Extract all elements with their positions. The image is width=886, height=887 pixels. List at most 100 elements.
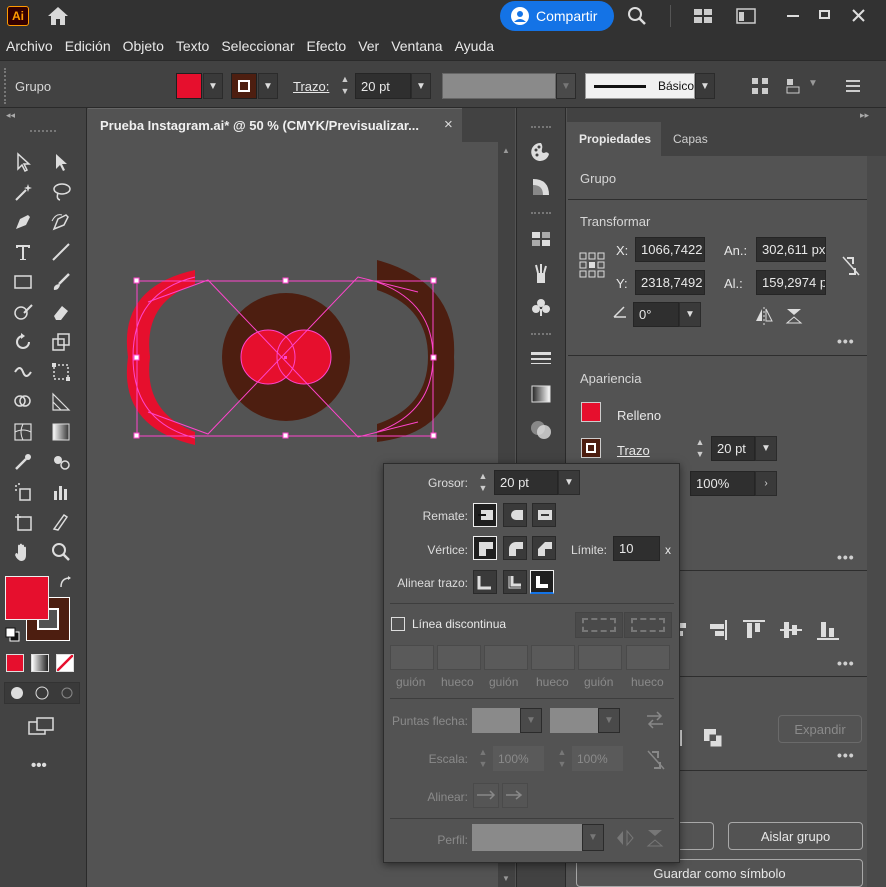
line-tool-icon[interactable] [48,239,74,265]
scale-stepper-2[interactable]: ▲ ▼ [553,746,571,771]
gap-field-3[interactable] [626,645,670,670]
artboard-tool-icon[interactable] [10,509,36,535]
color-mode-icon[interactable] [6,654,24,672]
flip-horizontal-icon[interactable] [754,307,774,328]
close-tab-icon[interactable]: × [444,116,453,133]
appearance-fill-swatch[interactable] [581,402,601,422]
edit-toolbar-icon[interactable]: ••• [31,757,47,774]
opacity-input[interactable]: 100% [690,471,755,496]
mesh-tool-icon[interactable] [10,419,36,445]
align-top-icon[interactable] [743,620,765,643]
paintbrush-tool-icon[interactable] [48,269,74,295]
swap-arrowheads-icon[interactable] [645,711,665,732]
grip-handle[interactable] [4,68,10,104]
tab-layers[interactable]: Capas [673,132,708,146]
lasso-tool-icon[interactable] [48,179,74,205]
symbols-icon[interactable] [529,295,553,319]
align-stroke-outside-icon[interactable] [530,570,554,594]
pathfinder-exclude-icon[interactable] [703,728,723,751]
draw-behind-icon[interactable] [34,685,50,701]
align-dash-corners-icon[interactable] [624,612,672,638]
pen-tool-icon[interactable] [10,209,36,235]
align-vertical-center-icon[interactable] [780,620,802,643]
menu-edicion[interactable]: Edición [59,38,117,54]
arrow-tip-beyond-icon[interactable] [473,783,499,808]
blend-tool-icon[interactable] [48,449,74,475]
curvature-tool-icon[interactable] [48,209,74,235]
align-bottom-icon[interactable] [817,620,839,643]
opacity-arrow[interactable]: › [755,471,777,496]
stroke-dropdown[interactable]: ▼ [258,73,278,99]
brush-profile-dropdown[interactable]: ▼ [695,73,715,99]
miter-join-icon[interactable] [473,536,497,560]
home-icon[interactable] [46,5,70,27]
expand-button[interactable]: Expandir [778,715,862,743]
column-graph-tool-icon[interactable] [48,479,74,505]
round-cap-icon[interactable] [503,503,527,527]
appearance-stroke-dropdown[interactable]: ▼ [755,436,777,461]
dash-field-1[interactable] [390,645,434,670]
fill-color-swatch[interactable] [5,576,49,620]
start-arrowhead-dropdown[interactable]: ▼ [520,708,542,733]
stroke-label-link[interactable]: Trazo [617,443,650,458]
width-tool-icon[interactable] [10,359,36,385]
transform-icon[interactable] [784,76,804,99]
magic-wand-tool-icon[interactable] [10,179,36,205]
gradient-tool-icon[interactable] [48,419,74,445]
variable-width-profile[interactable] [442,73,556,99]
stroke-stepper[interactable]: ▲ ▼ [336,73,354,99]
tab-properties[interactable]: Propiedades [567,122,661,156]
menu-archivo[interactable]: Archivo [0,38,59,54]
fill-dropdown[interactable]: ▼ [203,73,223,99]
end-arrowhead-select[interactable] [550,708,598,733]
properties-scrollbar[interactable] [867,156,886,887]
symbol-sprayer-tool-icon[interactable] [10,479,36,505]
zoom-tool-icon[interactable] [48,539,74,565]
weight-input[interactable]: 20 pt [494,470,558,495]
align-stroke-center-icon[interactable] [473,570,497,594]
start-scale-input[interactable]: 100% [493,746,544,771]
align-right-icon[interactable] [706,620,728,643]
y-input[interactable]: 2318,7492 [635,270,705,295]
dock-grip[interactable] [531,126,551,128]
collapse-panel-icon[interactable]: ▸▸ [860,110,869,121]
width-input[interactable]: 302,611 px [756,237,826,262]
appearance-stroke-input[interactable]: 20 pt [711,436,755,461]
pathfinder-more-icon[interactable]: ••• [837,747,855,763]
gap-field-1[interactable] [437,645,481,670]
variable-width-dropdown[interactable]: ▼ [556,73,576,99]
brushes-icon[interactable] [529,261,553,285]
draw-inside-icon[interactable] [59,685,75,701]
flip-profile-horizontal-icon[interactable] [615,829,635,850]
appearance-more-icon[interactable]: ••• [837,549,855,565]
save-as-symbol-button[interactable]: Guardar como símbolo [576,859,863,887]
color-guide-icon[interactable] [529,140,553,164]
butt-cap-icon[interactable] [473,503,497,527]
brush-profile-select[interactable]: Básico [585,73,695,99]
bevel-join-icon[interactable] [532,536,556,560]
eyedropper-tool-icon[interactable] [10,449,36,475]
direct-selection-tool-icon[interactable] [48,149,74,175]
menu-objeto[interactable]: Objeto [117,38,170,54]
quick-action-button-partial[interactable] [680,822,714,850]
gradient-panel-icon[interactable] [529,382,553,406]
eraser-tool-icon[interactable] [48,299,74,325]
constrain-proportions-icon[interactable] [840,254,862,281]
limit-input[interactable]: 10 [613,536,660,561]
gradient-mode-icon[interactable] [31,654,49,672]
transparency-icon[interactable] [529,418,553,442]
isolate-group-button[interactable]: Aislar grupo [728,822,863,850]
dashed-line-checkbox[interactable] [391,617,405,631]
align-stroke-inside-icon[interactable] [503,570,527,594]
weight-dropdown[interactable]: ▼ [558,470,580,495]
draw-normal-icon[interactable] [9,685,25,701]
arrow-tip-on-end-icon[interactable] [502,783,528,808]
align-grid-icon[interactable] [750,76,770,99]
weight-stepper[interactable]: ▲ ▼ [474,470,492,495]
x-input[interactable]: 1066,7422 [635,237,705,262]
screen-mode-icon[interactable] [28,716,54,739]
flip-profile-vertical-icon[interactable] [645,829,665,850]
projecting-cap-icon[interactable] [532,503,556,527]
minimize-icon[interactable] [782,5,804,27]
rotate-tool-icon[interactable] [10,329,36,355]
